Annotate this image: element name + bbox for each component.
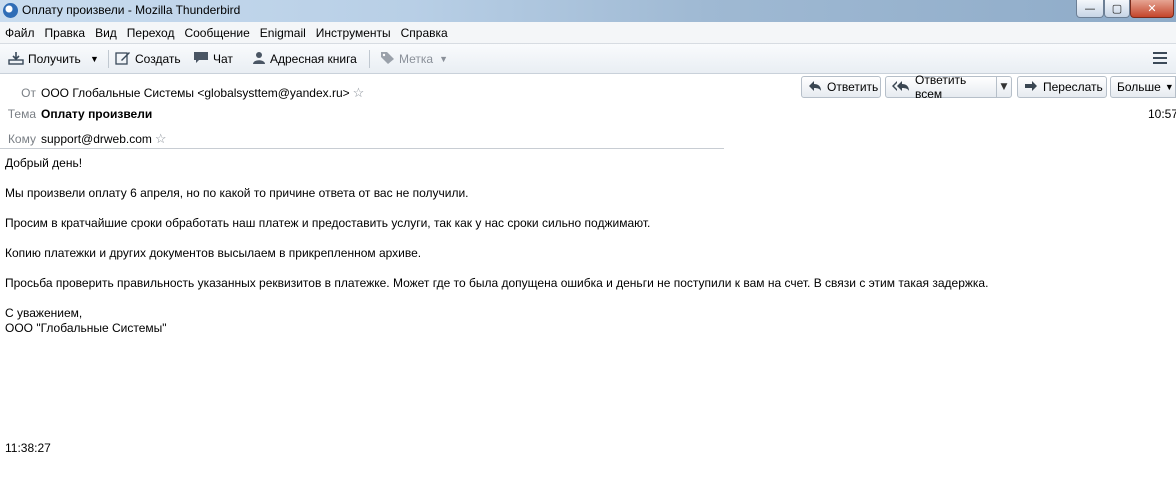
menu-tools[interactable]: Инструменты (316, 26, 391, 40)
more-button[interactable]: Больше ▼ (1110, 76, 1176, 98)
menu-message[interactable]: Сообщение (184, 26, 249, 40)
window-title: Оплату произвели - Mozilla Thunderbird (22, 3, 241, 17)
pencil-icon (115, 51, 131, 68)
person-icon (252, 51, 266, 68)
chevron-down-icon: ▼ (1164, 82, 1174, 92)
hamburger-icon[interactable] (1153, 52, 1167, 64)
tag-icon (380, 51, 395, 68)
maximize-button[interactable]: ▢ (1104, 0, 1130, 18)
menu-go[interactable]: Переход (127, 26, 175, 40)
signature-line: С уважением, (5, 306, 83, 320)
speech-bubble-icon (193, 51, 209, 68)
get-mail-button[interactable]: Получить (8, 49, 81, 69)
tag-button[interactable]: Метка ▼ (380, 49, 448, 69)
forward-label: Переслать (1043, 80, 1103, 94)
more-label: Больше (1117, 80, 1161, 94)
reply-label: Ответить (827, 80, 879, 94)
chevron-down-icon: ▼ (439, 54, 449, 64)
reply-all-button[interactable]: Ответить всем (885, 73, 997, 101)
reply-all-label: Ответить всем (915, 73, 967, 101)
toolbar-separator (108, 50, 109, 68)
get-mail-label: Получить (28, 52, 81, 66)
body-greeting: Добрый день! (5, 156, 83, 170)
toolbar-separator (369, 50, 370, 68)
to-label: Кому (7, 132, 36, 146)
reply-button[interactable]: Ответить (801, 76, 881, 98)
reply-arrow-icon (808, 80, 822, 95)
compose-button[interactable]: Создать (115, 49, 181, 69)
download-icon (8, 51, 24, 68)
to-value[interactable]: support@drweb.com (41, 132, 152, 146)
menu-view[interactable]: Вид (95, 26, 117, 40)
message-body: Добрый день! Мы произвели оплату 6 апрел… (5, 156, 1165, 336)
tag-label: Метка (399, 52, 434, 66)
close-button[interactable]: ✕ (1130, 0, 1174, 18)
address-book-label: Адресная книга (270, 52, 357, 66)
menu-edit[interactable]: Правка (45, 26, 86, 40)
signature-line: ООО "Глобальные Системы" (5, 321, 167, 335)
clock-time: 11:38:27 (5, 441, 51, 455)
chat-button[interactable]: Чат (193, 49, 233, 69)
menu-file[interactable]: Файл (5, 26, 35, 40)
star-icon[interactable]: ☆ (353, 85, 365, 101)
forward-button[interactable]: Переслать (1017, 76, 1107, 98)
body-paragraph: Мы произвели оплату 6 апреля, но по како… (5, 186, 469, 200)
minimize-button[interactable]: — (1076, 0, 1104, 18)
from-value[interactable]: ООО Глобальные Системы <globalsysttem@ya… (41, 86, 350, 100)
subject-row: Тема Оплату произвели (0, 107, 152, 121)
reply-all-dropdown[interactable]: ▼ (996, 76, 1012, 98)
to-row: Кому support@drweb.com ☆ (0, 131, 167, 147)
forward-arrow-icon (1024, 80, 1038, 95)
body-paragraph: Копию платежки и других документов высыл… (5, 246, 422, 260)
body-paragraph: Просьба проверить правильность указанных… (5, 276, 989, 290)
header-divider (0, 148, 724, 149)
chat-label: Чат (213, 52, 233, 66)
subject-value: Оплату произвели (41, 107, 153, 121)
get-mail-dropdown[interactable]: ▼ (90, 49, 104, 69)
thunderbird-icon (3, 3, 18, 18)
from-label: От (21, 86, 36, 100)
menu-help[interactable]: Справка (401, 26, 448, 40)
address-book-button[interactable]: Адресная книга (252, 49, 357, 69)
main-toolbar: Получить ▼ Создать Чат Адресная книга Ме… (0, 44, 1176, 74)
message-time: 10:57 (1148, 107, 1176, 121)
body-paragraph: Просим в кратчайшие сроки обработать наш… (5, 216, 651, 230)
menu-bar: Файл Правка Вид Переход Сообщение Enigma… (0, 22, 1176, 44)
compose-label: Создать (135, 52, 181, 66)
reply-all-arrow-icon (892, 80, 910, 95)
subject-label: Тема (7, 107, 36, 121)
from-row: От ООО Глобальные Системы <globalsysttem… (0, 85, 364, 101)
title-bar: Оплату произвели - Mozilla Thunderbird —… (0, 0, 1176, 22)
star-icon[interactable]: ☆ (155, 131, 167, 147)
menu-enigmail[interactable]: Enigmail (260, 26, 306, 40)
